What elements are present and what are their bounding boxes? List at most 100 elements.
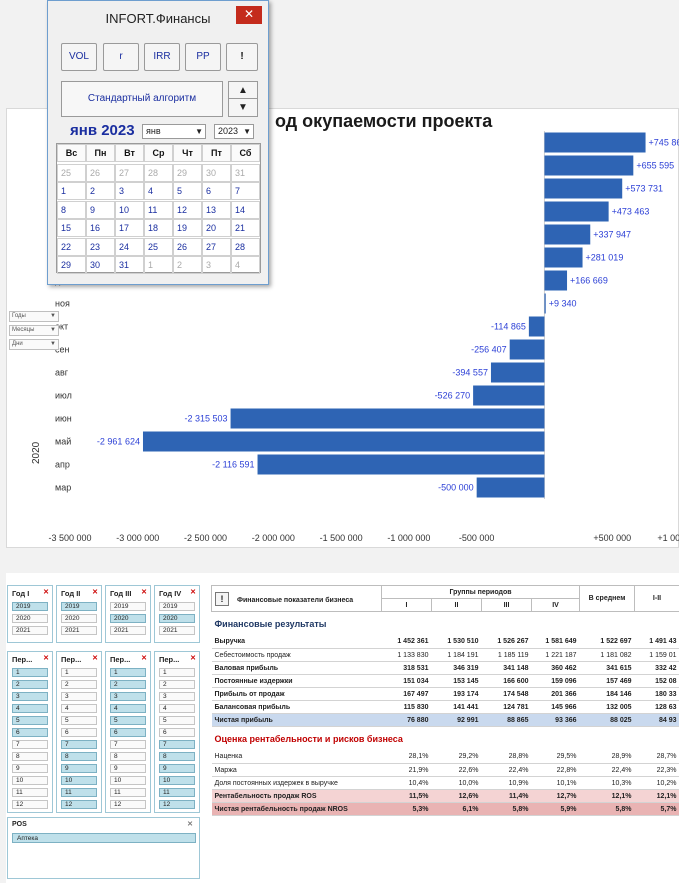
calendar-day[interactable]: 17 <box>115 219 144 237</box>
calendar-day[interactable]: 3 <box>115 182 144 200</box>
slicer-item[interactable]: 2020 <box>110 614 146 623</box>
slicer-item[interactable]: 2 <box>110 680 146 689</box>
slicer-item[interactable]: 9 <box>12 764 48 773</box>
irr-button[interactable]: IRR <box>144 43 180 71</box>
calendar-day[interactable]: 14 <box>231 200 260 219</box>
chart-bar[interactable] <box>544 247 583 268</box>
pos-slicer-item[interactable]: Аптека <box>12 833 196 843</box>
chart-bar[interactable] <box>544 293 546 314</box>
slicer-item[interactable]: 3 <box>61 692 97 701</box>
calendar-day[interactable]: 24 <box>115 237 144 256</box>
clear-filter-icon[interactable]: ✕ <box>141 588 147 596</box>
calendar-day[interactable]: 23 <box>86 237 115 256</box>
calendar-day[interactable]: 27 <box>115 163 144 182</box>
slicer-item[interactable]: 7 <box>12 740 48 749</box>
slicer-item[interactable]: 8 <box>12 752 48 761</box>
slicer-item[interactable]: 2019 <box>61 602 97 611</box>
slicer-item[interactable]: 4 <box>61 704 97 713</box>
chart-bar[interactable] <box>528 316 545 337</box>
calendar-day[interactable]: 4 <box>144 182 173 200</box>
slicer-item[interactable]: 5 <box>159 716 195 725</box>
slicer-item[interactable]: 6 <box>12 728 48 737</box>
chart-bar[interactable] <box>476 477 545 498</box>
chart-bar[interactable] <box>473 385 545 406</box>
slicer-item[interactable]: 10 <box>159 776 195 785</box>
slicer-item[interactable]: 2020 <box>159 614 195 623</box>
calendar-day[interactable]: 2 <box>173 256 202 274</box>
vol-button[interactable]: VOL <box>61 43 97 71</box>
slicer-item[interactable]: 8 <box>61 752 97 761</box>
clear-filter-icon[interactable]: ✕ <box>190 654 196 662</box>
slicer-item[interactable]: 9 <box>61 764 97 773</box>
algorithm-selector[interactable]: Стандартный алгоритм <box>61 81 223 117</box>
slicer-item[interactable]: 12 <box>110 800 146 809</box>
calendar-day[interactable]: 25 <box>144 237 173 256</box>
slicer-item[interactable]: 11 <box>61 788 97 797</box>
chart-bar[interactable] <box>544 132 646 153</box>
slicer-item[interactable]: 2020 <box>12 614 48 623</box>
calendar-day[interactable]: 13 <box>202 200 231 219</box>
pp-button[interactable]: PP <box>185 43 221 71</box>
calendar-day[interactable]: 31 <box>115 256 144 274</box>
slicer-item[interactable]: 3 <box>159 692 195 701</box>
calendar-day[interactable]: 29 <box>57 256 86 274</box>
slicer-item[interactable]: 12 <box>61 800 97 809</box>
r-button[interactable]: r <box>103 43 139 71</box>
calendar-day[interactable]: 5 <box>173 182 202 200</box>
calendar-day[interactable]: 20 <box>202 219 231 237</box>
slicer-item[interactable]: 7 <box>159 740 195 749</box>
slicer-item[interactable]: 7 <box>61 740 97 749</box>
calendar-day[interactable]: 21 <box>231 219 260 237</box>
slicer-item[interactable]: 11 <box>12 788 48 797</box>
calendar-day[interactable]: 18 <box>144 219 173 237</box>
slicer-item[interactable]: 2021 <box>61 626 97 635</box>
calendar-day[interactable]: 11 <box>144 200 173 219</box>
slicer-item[interactable]: 10 <box>110 776 146 785</box>
slicer-item[interactable]: 3 <box>12 692 48 701</box>
clear-filter-icon[interactable]: ✕ <box>43 654 49 662</box>
slicer-item[interactable]: 2021 <box>110 626 146 635</box>
chart-bar[interactable] <box>257 454 545 475</box>
slicer-item[interactable]: 4 <box>110 704 146 713</box>
slicer-item[interactable]: 4 <box>12 704 48 713</box>
slicer-item[interactable]: 2019 <box>159 602 195 611</box>
chart-bar[interactable] <box>544 155 634 176</box>
window-titlebar[interactable]: INFORT.Финансы ✕ <box>48 1 268 35</box>
calendar-day[interactable]: 6 <box>202 182 231 200</box>
slicer-item[interactable]: 2020 <box>61 614 97 623</box>
chart-bar[interactable] <box>544 201 609 222</box>
calendar-day[interactable]: 19 <box>173 219 202 237</box>
chart-bar[interactable] <box>544 270 568 291</box>
close-button[interactable]: ✕ <box>236 6 262 24</box>
calendar-day[interactable]: 7 <box>231 182 260 200</box>
chart-bar[interactable] <box>490 362 545 383</box>
slicer-item[interactable]: 1 <box>12 668 48 677</box>
slicer-item[interactable]: 2021 <box>12 626 48 635</box>
slicer-item[interactable]: 4 <box>159 704 195 713</box>
calendar-day[interactable]: 28 <box>144 163 173 182</box>
calendar-day[interactable]: 26 <box>173 237 202 256</box>
slicer-item[interactable]: 2019 <box>110 602 146 611</box>
clear-filter-icon[interactable]: ✕ <box>92 654 98 662</box>
chart-bar[interactable] <box>509 339 545 360</box>
slicer-item[interactable]: 9 <box>110 764 146 773</box>
calendar-day[interactable]: 1 <box>144 256 173 274</box>
calendar-day[interactable]: 25 <box>57 163 86 182</box>
calendar-day[interactable]: 1 <box>57 182 86 200</box>
filter-days[interactable]: Дни ▼ <box>9 339 59 350</box>
calendar-day[interactable]: 27 <box>202 237 231 256</box>
year-select[interactable]: 2023 ▼ <box>214 124 254 139</box>
calendar-day[interactable]: 8 <box>57 200 86 219</box>
slicer-item[interactable]: 6 <box>110 728 146 737</box>
slicer-item[interactable]: 12 <box>159 800 195 809</box>
slicer-item[interactable]: 11 <box>159 788 195 797</box>
month-select[interactable]: янв ▼ <box>142 124 206 139</box>
filter-years[interactable]: Годы ▼ <box>9 311 59 322</box>
chart-bar[interactable] <box>544 178 623 199</box>
calendar-day[interactable]: 22 <box>57 237 86 256</box>
slicer-item[interactable]: 8 <box>159 752 195 761</box>
slicer-item[interactable]: 10 <box>12 776 48 785</box>
calendar-day[interactable]: 31 <box>231 163 260 182</box>
clear-filter-icon[interactable]: ✕ <box>190 588 196 596</box>
calendar-day[interactable]: 10 <box>115 200 144 219</box>
